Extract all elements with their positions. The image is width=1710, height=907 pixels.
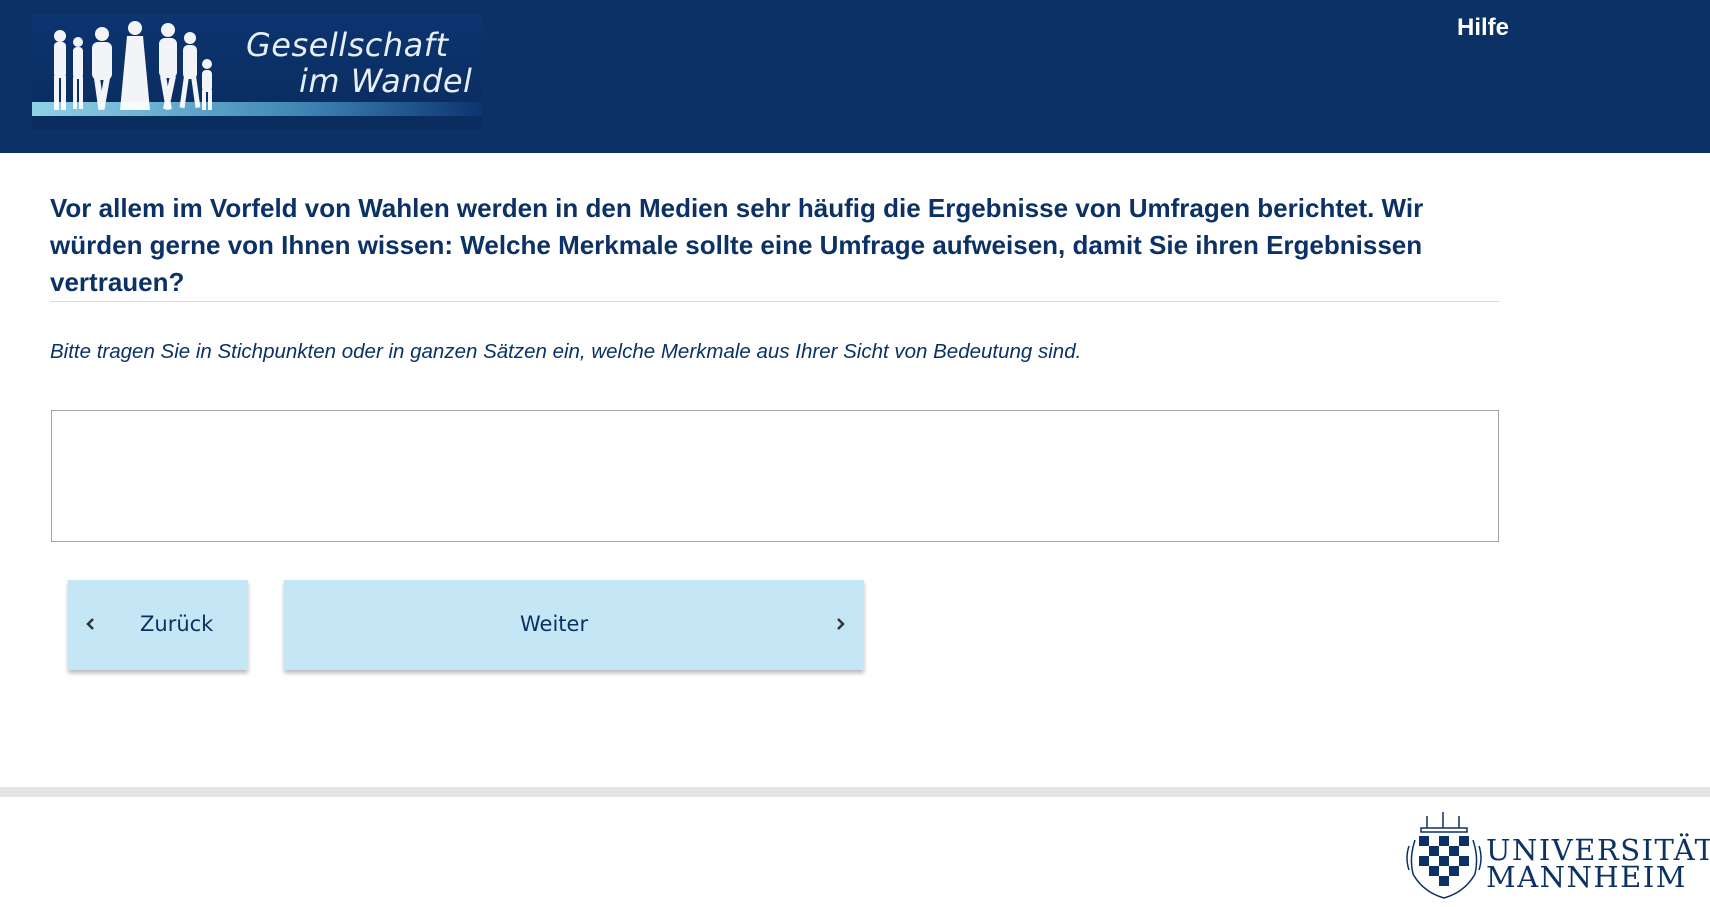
university-crest-icon: [1406, 812, 1482, 899]
logo-text-line1: Gesellschaft: [246, 26, 449, 64]
instruction-text: Bitte tragen Sie in Stichpunkten oder in…: [50, 340, 1082, 363]
divider: [50, 301, 1500, 302]
next-button-label: Weiter: [520, 612, 589, 636]
header-bar: Gesellschaft im Wandel Hilfe: [0, 0, 1710, 153]
back-button-label: Zurück: [140, 612, 214, 636]
help-link[interactable]: Hilfe: [1457, 14, 1509, 42]
back-button[interactable]: Zurück: [68, 580, 248, 670]
logo-text-line2: im Wandel: [299, 62, 473, 100]
answer-textarea[interactable]: [51, 410, 1499, 542]
university-name-line2: MANNHEIM: [1486, 860, 1687, 894]
chevron-left-icon: [86, 618, 94, 630]
next-button[interactable]: Weiter: [284, 580, 864, 670]
footer-divider: [0, 787, 1710, 797]
question-text: Vor allem im Vorfeld von Wahlen werden i…: [50, 193, 1424, 297]
chevron-right-icon: [837, 618, 845, 630]
gesellschaft-im-wandel-logo[interactable]: Gesellschaft im Wandel: [32, 14, 482, 130]
